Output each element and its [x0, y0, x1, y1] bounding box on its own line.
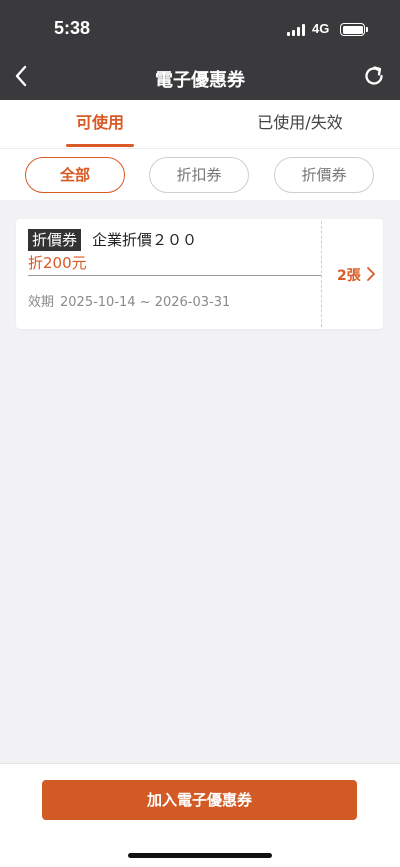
- page-title: 電子優惠券: [155, 70, 245, 91]
- filter-all[interactable]: 全部: [25, 157, 125, 193]
- chevron-right-icon: [367, 267, 375, 281]
- filter-price-off[interactable]: 折價券: [274, 157, 374, 193]
- signal-icon: [287, 24, 307, 36]
- refresh-button[interactable]: [360, 62, 388, 90]
- app-header: 5:38 4G 電子優惠券: [0, 0, 400, 100]
- battery-icon: [340, 23, 365, 36]
- active-tab-indicator: [66, 144, 134, 147]
- coupon-type-badge: 折價券: [28, 229, 82, 251]
- tab-available[interactable]: 可使用: [0, 100, 200, 148]
- validity-range: 2025-10-14 ~ 2026-03-31: [60, 295, 231, 310]
- coupon-validity: 效期 2025-10-14 ~ 2026-03-31: [28, 291, 236, 310]
- coupon-card[interactable]: 折價券 企業折價２００ 折200元 效期 2025-10-14 ~ 2026-03…: [16, 219, 383, 329]
- add-coupon-button[interactable]: 加入電子優惠券: [42, 780, 357, 820]
- coupon-divider: [28, 275, 321, 276]
- filter-bar: 全部 折扣券 折價券: [0, 148, 400, 200]
- home-indicator: [128, 853, 272, 858]
- refresh-icon: [365, 66, 383, 85]
- validity-label: 效期: [28, 295, 55, 310]
- coupon-amount: 折200元: [28, 254, 87, 272]
- battery-nub: [366, 27, 368, 32]
- filter-discount[interactable]: 折扣券: [149, 157, 249, 193]
- bottom-bar: 加入電子優惠券: [0, 763, 400, 867]
- status-time: 5:38: [54, 18, 91, 38]
- status-tabs: 可使用 已使用/失效: [0, 100, 400, 148]
- network-type: 4G: [312, 21, 330, 36]
- coupon-name: 企業折價２００: [92, 231, 198, 249]
- coupon-count[interactable]: 2張: [337, 265, 361, 285]
- card-dashed-divider: [321, 221, 322, 327]
- tab-used-expired[interactable]: 已使用/失效: [200, 100, 400, 148]
